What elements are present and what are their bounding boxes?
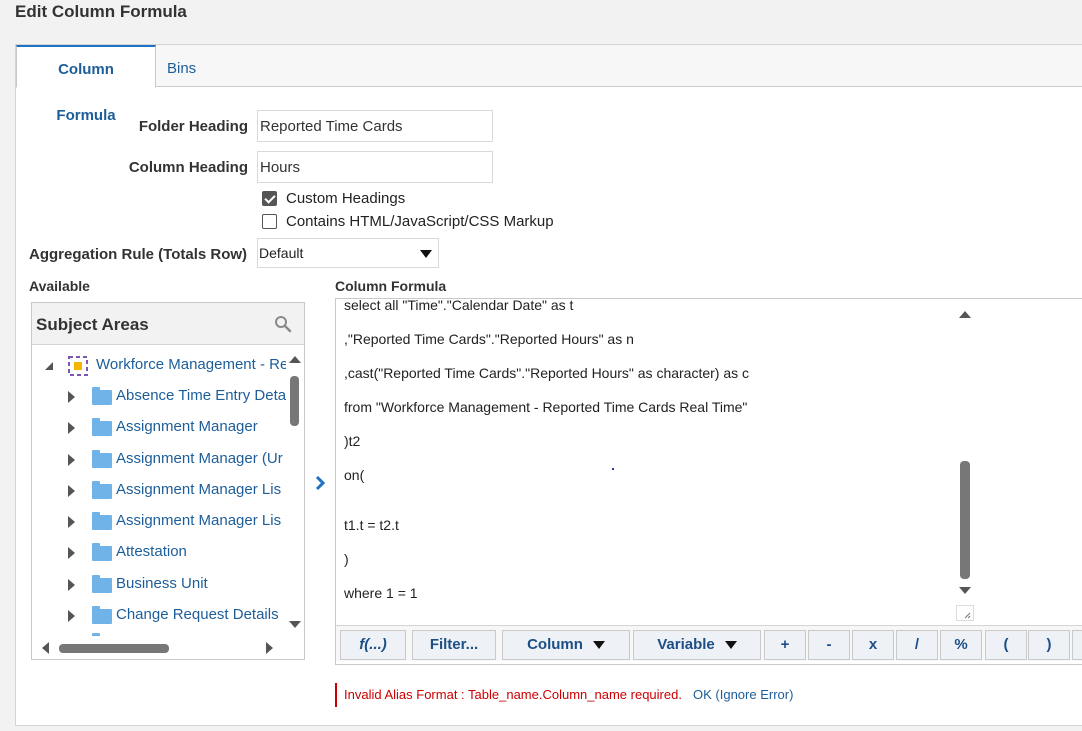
formula-line: ,cast("Reported Time Cards"."Reported Ho… <box>344 365 750 381</box>
aggregation-rule-value: Default <box>259 245 304 261</box>
formula-line: )t2 <box>344 433 361 449</box>
scroll-up-icon[interactable] <box>289 356 301 363</box>
chevron-down-icon <box>420 250 432 258</box>
expand-icon[interactable] <box>68 516 75 528</box>
error-indicator <box>335 683 337 707</box>
aggregation-rule-select[interactable]: Default <box>257 238 439 268</box>
contains-markup-checkbox[interactable] <box>262 214 277 229</box>
chevron-down-icon <box>592 641 605 650</box>
more-toolbar-button[interactable] <box>1072 630 1082 660</box>
tab-bins[interactable]: Bins <box>157 45 206 87</box>
expand-icon[interactable] <box>68 579 75 591</box>
percent-button[interactable]: % <box>940 630 982 660</box>
subject-areas-title: Subject Areas <box>36 315 149 334</box>
formula-line: select all "Time"."Calendar Date" as t <box>344 299 574 313</box>
dialog-body: Column Formula Bins Folder Heading Colum… <box>15 44 1082 726</box>
scroll-down-icon[interactable] <box>959 587 971 594</box>
formula-line: from "Workforce Management - Reported Ti… <box>344 399 748 415</box>
error-message: Invalid Alias Format : Table_name.Column… <box>344 687 682 702</box>
expand-icon[interactable] <box>68 454 75 466</box>
tab-column-formula[interactable]: Column Formula <box>16 45 156 124</box>
text-cursor <box>612 468 614 470</box>
column-heading-label: Column Heading <box>128 159 248 176</box>
tree-item-label: Assignment Manager <box>116 418 258 435</box>
open-paren-button[interactable]: ( <box>985 630 1027 660</box>
variable-dropdown-button[interactable]: Variable <box>633 630 761 660</box>
dialog-title: Edit Column Formula <box>15 2 187 21</box>
scroll-thumb[interactable] <box>290 376 299 426</box>
insert-arrow-icon[interactable] <box>313 474 327 492</box>
expand-icon[interactable] <box>68 547 75 559</box>
custom-headings-checkbox[interactable] <box>262 191 277 206</box>
expand-icon[interactable] <box>68 485 75 497</box>
chevron-down-icon <box>724 641 737 650</box>
tree-item-label: Attestation <box>116 543 187 560</box>
expand-icon[interactable] <box>68 391 75 403</box>
folder-icon <box>92 575 112 593</box>
collapse-icon[interactable] <box>44 361 54 371</box>
folder-icon <box>92 387 112 405</box>
aggregation-rule-label: Aggregation Rule (Totals Row) <box>29 246 248 263</box>
tree-item-label: Assignment Manager (Ur <box>116 450 283 467</box>
formula-line: ) <box>344 551 349 567</box>
plus-button[interactable]: + <box>764 630 806 660</box>
scroll-up-icon[interactable] <box>959 311 971 318</box>
column-dropdown-button[interactable]: Column <box>502 630 630 660</box>
folder-icon <box>92 512 112 530</box>
folder-icon <box>92 481 112 499</box>
folder-heading-label: Folder Heading <box>138 118 248 135</box>
subject-areas-tree: Workforce Management - Re Absence Time E… <box>32 346 286 636</box>
folder-heading-input[interactable] <box>257 110 493 142</box>
formula-text-area[interactable]: select all "Time"."Calendar Date" as t ,… <box>336 299 956 621</box>
tree-vertical-scrollbar[interactable] <box>286 346 304 636</box>
tree-root-label: Workforce Management - Re <box>96 356 286 373</box>
subject-areas-header: Subject Areas <box>32 303 304 345</box>
contains-markup-label: Contains HTML/JavaScript/CSS Markup <box>286 213 554 230</box>
formula-line: where 1 = 1 <box>344 585 418 601</box>
multiply-button[interactable]: x <box>852 630 894 660</box>
scroll-right-icon[interactable] <box>266 642 273 654</box>
formula-line: ,"Reported Time Cards"."Reported Hours" … <box>344 331 634 347</box>
expand-icon[interactable] <box>68 422 75 434</box>
formula-line: t1.t = t2.t <box>344 517 399 533</box>
folder-icon <box>92 543 112 561</box>
function-button[interactable]: f(...) <box>340 630 406 660</box>
tree-item-label: Business Unit <box>116 575 208 592</box>
formula-vertical-scrollbar[interactable] <box>956 299 974 603</box>
tab-strip: Column Formula Bins <box>16 45 1082 124</box>
column-button-label: Column <box>527 636 583 653</box>
tree-item-label: Assignment Manager Lis <box>116 512 282 529</box>
scroll-thumb[interactable] <box>59 644 169 653</box>
folder-icon <box>92 418 112 436</box>
subject-areas-panel: Subject Areas Workforce Management - Re <box>31 302 305 660</box>
column-heading-input[interactable] <box>257 151 493 183</box>
folder-icon <box>92 450 112 468</box>
tree-horizontal-scrollbar[interactable] <box>32 638 286 658</box>
custom-headings-label: Custom Headings <box>286 190 406 207</box>
minus-button[interactable]: - <box>808 630 850 660</box>
scroll-down-icon[interactable] <box>289 621 301 628</box>
scroll-left-icon[interactable] <box>42 642 49 654</box>
divide-button[interactable]: / <box>896 630 938 660</box>
resize-grip-icon[interactable] <box>956 605 974 621</box>
filter-button[interactable]: Filter... <box>412 630 496 660</box>
expand-icon[interactable] <box>68 610 75 622</box>
subject-area-icon <box>68 356 88 376</box>
tree-root-item[interactable]: Workforce Management - Re <box>44 356 286 378</box>
scroll-thumb[interactable] <box>960 461 970 579</box>
available-label: Available <box>29 278 90 294</box>
tree-item-label: Absence Time Entry Deta <box>116 387 286 404</box>
tree-item-label: Assignment Manager Lis <box>116 481 282 498</box>
close-paren-button[interactable]: ) <box>1028 630 1070 660</box>
variable-button-label: Variable <box>657 636 715 653</box>
formula-toolbar: f(...) Filter... Column Variable + - x /… <box>336 625 1082 661</box>
folder-icon <box>92 606 112 624</box>
search-icon[interactable] <box>274 315 292 333</box>
formula-line: on( <box>344 467 365 483</box>
ignore-error-link[interactable]: OK (Ignore Error) <box>693 687 793 702</box>
tree-item-label: Change Request Details <box>116 606 279 623</box>
column-formula-label: Column Formula <box>335 278 447 294</box>
column-formula-editor[interactable]: select all "Time"."Calendar Date" as t ,… <box>335 298 1082 665</box>
